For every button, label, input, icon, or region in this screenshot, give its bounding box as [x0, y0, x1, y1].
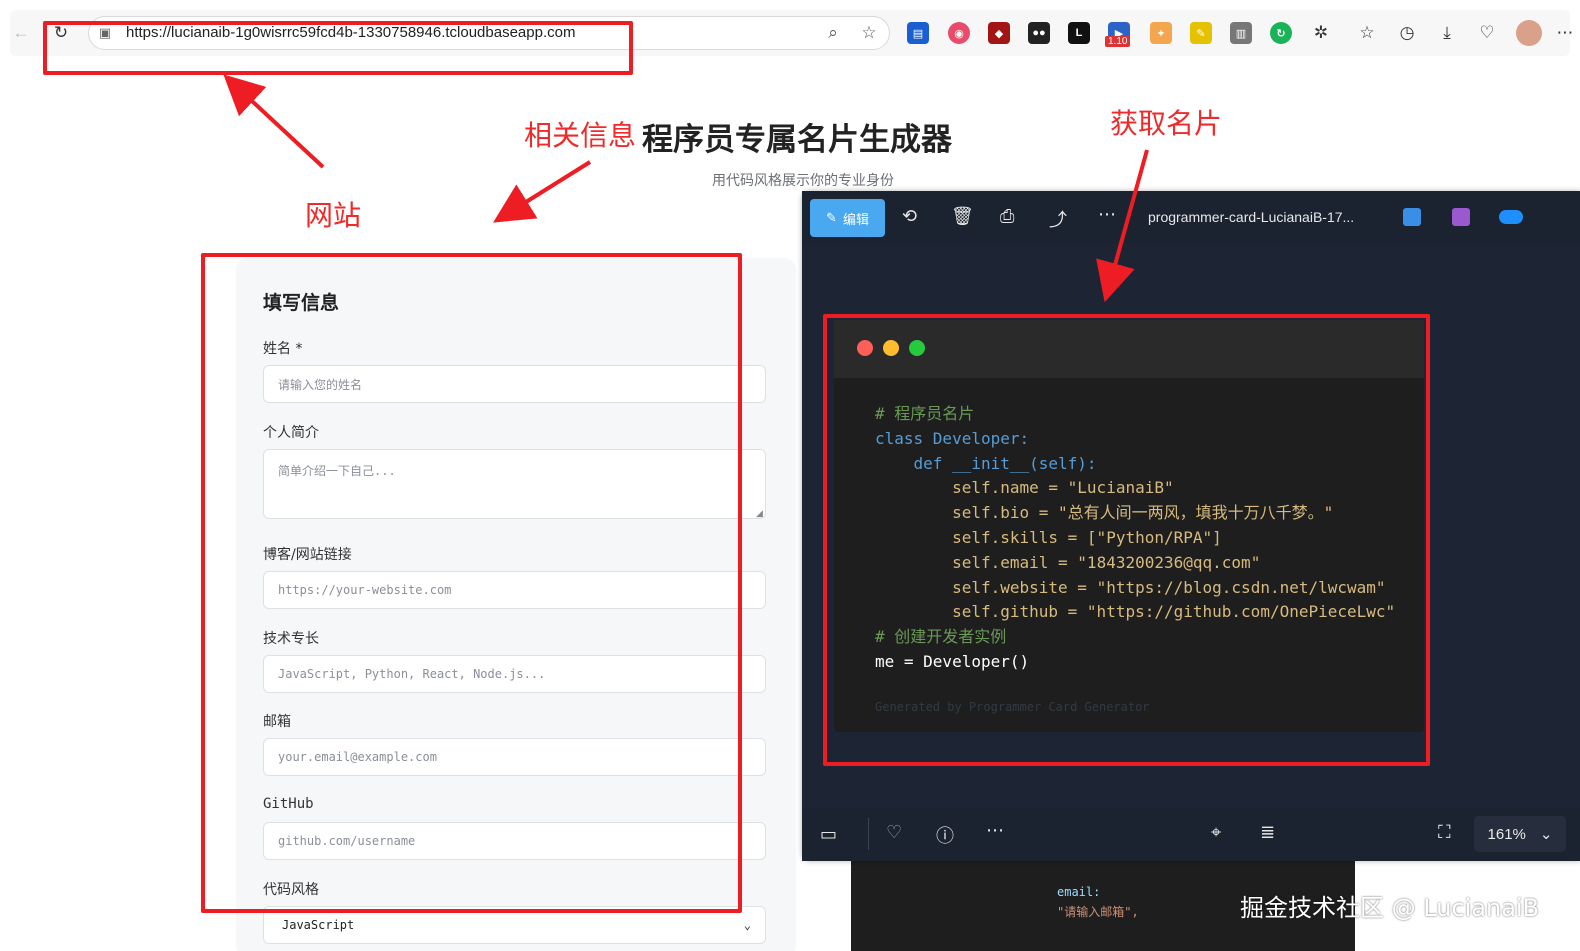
annotation-get-card-text: 获取名片 [1110, 107, 1223, 140]
annotation-related-info-text: 相关信息 [524, 119, 637, 152]
juejin-watermark: 掘金技术社区 @ LucianaiB [1240, 894, 1540, 922]
arrow-to-form [493, 160, 592, 223]
arrow-to-card [1096, 149, 1149, 303]
annotation-arrows [223, 74, 1149, 303]
annotation-website-text: 网站 [305, 199, 362, 232]
arrow-to-url [223, 74, 325, 169]
